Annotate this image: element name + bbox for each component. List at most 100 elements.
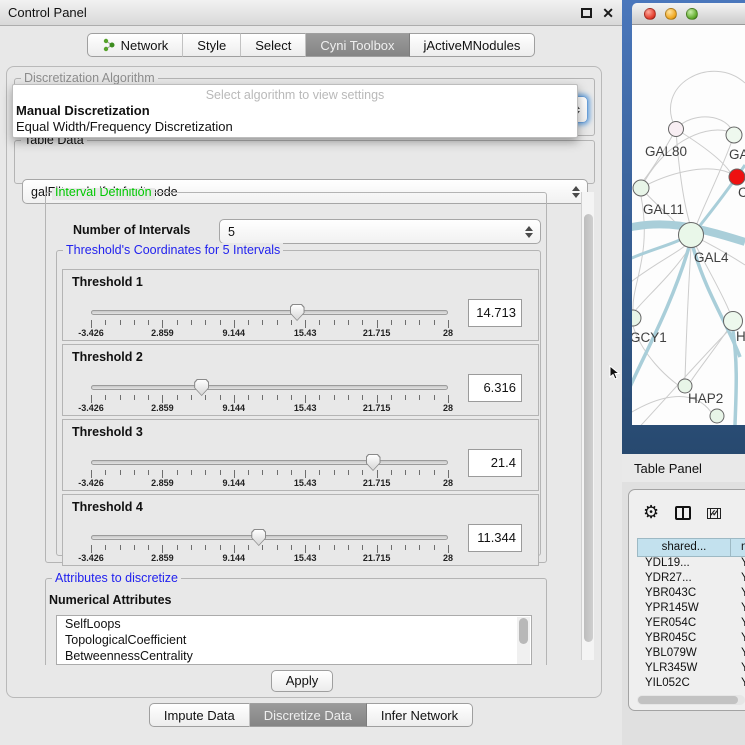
table-row[interactable]: YBR045CYBR0 [637, 632, 745, 647]
network-window: GAL80GACGAL11GAL4GCY1HHAP2 [622, 0, 745, 454]
split-view-icon[interactable] [675, 506, 691, 520]
close-icon[interactable]: ✕ [602, 8, 614, 18]
checkbox-icon[interactable]: ✓ [710, 508, 721, 519]
top-tab-bar: Network Style Select Cyni Toolbox jActiveMNo… [0, 33, 622, 57]
tab-label: Select [255, 38, 291, 53]
tab-label: Cyni Toolbox [320, 38, 394, 53]
settings-scrollbar[interactable] [581, 192, 594, 660]
attribute-list-item[interactable]: TopologicalCoefficient [57, 632, 531, 648]
network-window-titlebar[interactable] [632, 3, 745, 25]
network-node[interactable] [724, 312, 743, 331]
slider-tick-label: 28 [443, 403, 453, 413]
apply-button[interactable]: Apply [271, 670, 333, 692]
interval-definition-title: Interval Definition [52, 188, 155, 200]
panel-title: Control Panel [8, 5, 87, 20]
network-node-label: C [738, 185, 745, 200]
table-data-group: Table Data [14, 140, 595, 184]
table-row[interactable]: YBL079WYBL0 [637, 647, 745, 662]
tab-style[interactable]: Style [183, 33, 241, 57]
slider-tick-label: 2.859 [151, 403, 174, 413]
threshold-value-field[interactable]: 14.713 [468, 299, 522, 327]
combo-arrows-icon [525, 226, 533, 238]
algorithm-option[interactable]: Manual Discretization [13, 103, 577, 119]
table-row[interactable]: YIL052CYIL0 [637, 677, 745, 692]
slider-tick-label: 2.859 [151, 553, 174, 563]
threshold-slider[interactable]: -3.4262.8599.14415.4321.71528 [91, 531, 448, 565]
threshold-label: Threshold 1 [72, 275, 143, 289]
tab-label: Infer Network [381, 708, 458, 723]
slider-tick-label: 9.144 [223, 403, 246, 413]
gear-icon[interactable]: ⚙ [643, 504, 659, 522]
slider-thumb[interactable] [251, 529, 266, 546]
tab-cyni-toolbox[interactable]: Cyni Toolbox [306, 33, 409, 57]
table-cell: YBR0 [731, 587, 745, 602]
tab-infer-network[interactable]: Infer Network [367, 703, 473, 727]
tab-impute-data[interactable]: Impute Data [149, 703, 250, 727]
table-panel-header: Table Panel [622, 454, 745, 482]
tab-label: Network [121, 38, 169, 53]
table-cell: YBR045C [637, 632, 731, 647]
table-row[interactable]: YLR345WYLR3 [637, 662, 745, 677]
table-cell: YIL0 [731, 677, 745, 692]
network-node[interactable] [726, 127, 742, 143]
slider-thumb[interactable] [194, 379, 209, 396]
thresholds-title: Threshold's Coordinates for 5 Intervals [63, 243, 283, 258]
threshold-value-field[interactable]: 11.344 [468, 524, 522, 552]
table-row[interactable]: YDL19...YDL1 [637, 557, 745, 572]
tab-discretize-data[interactable]: Discretize Data [250, 703, 367, 727]
network-node[interactable] [679, 223, 704, 248]
close-traffic-light-icon[interactable] [644, 8, 656, 20]
column-header[interactable]: n [731, 538, 745, 557]
tab-network[interactable]: Network [87, 33, 184, 57]
network-node[interactable] [710, 409, 724, 423]
column-header[interactable]: shared... [637, 538, 731, 557]
table-cell: YER054C [637, 617, 731, 632]
network-node[interactable] [633, 180, 649, 196]
zoom-traffic-light-icon[interactable] [686, 8, 698, 20]
slider-tick-label: 21.715 [363, 403, 391, 413]
table-row[interactable]: YDR27...YDR2 [637, 572, 745, 587]
tab-jactivemnodules[interactable]: jActiveMNodules [410, 33, 536, 57]
slider-tick-label: 21.715 [363, 553, 391, 563]
tab-select[interactable]: Select [241, 33, 306, 57]
slider-tick-label: 15.43 [294, 328, 317, 338]
number-of-intervals-select[interactable]: 5 [219, 219, 541, 244]
slider-tick-label: 15.43 [294, 403, 317, 413]
threshold-slider[interactable]: -3.4262.8599.14415.4321.71528 [91, 306, 448, 340]
numerical-attributes-list[interactable]: SelfLoopsTopologicalCoefficientBetweenne… [56, 615, 532, 665]
network-node[interactable] [669, 122, 684, 137]
slider-tick-label: -3.426 [78, 403, 104, 413]
attributes-group: Attributes to discretize Numerical Attri… [45, 578, 547, 665]
table-row[interactable]: YBR043CYBR0 [637, 587, 745, 602]
threshold-slider[interactable]: -3.4262.8599.14415.4321.71528 [91, 381, 448, 415]
threshold-value-field[interactable]: 6.316 [468, 374, 522, 402]
network-node[interactable] [632, 310, 641, 326]
network-node-label: GAL80 [645, 144, 687, 159]
slider-tick-label: 2.859 [151, 478, 174, 488]
threshold-slider[interactable]: -3.4262.8599.14415.4321.71528 [91, 456, 448, 490]
table-cell: YBL0 [731, 647, 745, 662]
node-table[interactable]: shared...n YDL19...YDL1YDR27...YDR2YBR04… [637, 538, 745, 692]
minimize-traffic-light-icon[interactable] [665, 8, 677, 20]
algorithm-option[interactable]: Equal Width/Frequency Discretization [13, 119, 577, 135]
slider-tick-label: -3.426 [78, 328, 104, 338]
table-cell: YIL052C [637, 677, 731, 692]
table-horizontal-scrollbar[interactable] [637, 695, 745, 705]
threshold-value-field[interactable]: 21.4 [468, 449, 522, 477]
slider-thumb[interactable] [290, 304, 305, 321]
attribute-list-item[interactable]: SelfLoops [57, 616, 531, 632]
table-row[interactable]: YER054CYER0 [637, 617, 745, 632]
table-header-row[interactable]: shared...n [637, 538, 745, 557]
attribute-list-item[interactable]: BetweennessCentrality [57, 648, 531, 664]
float-window-icon[interactable] [581, 8, 592, 18]
attributes-scrollbar[interactable] [517, 617, 530, 665]
algorithm-hint: Select algorithm to view settings [13, 85, 577, 103]
network-canvas[interactable]: GAL80GACGAL11GAL4GCY1HHAP2 [632, 25, 745, 425]
threshold-label: Threshold 3 [72, 425, 143, 439]
attributes-title: Attributes to discretize [52, 571, 181, 586]
tab-label: Impute Data [164, 708, 235, 723]
slider-thumb[interactable] [366, 454, 381, 471]
bottom-tab-bar: Impute Data Discretize Data Infer Network [0, 703, 622, 727]
network-node[interactable] [729, 169, 745, 185]
table-row[interactable]: YPR145WYPR1 [637, 602, 745, 617]
